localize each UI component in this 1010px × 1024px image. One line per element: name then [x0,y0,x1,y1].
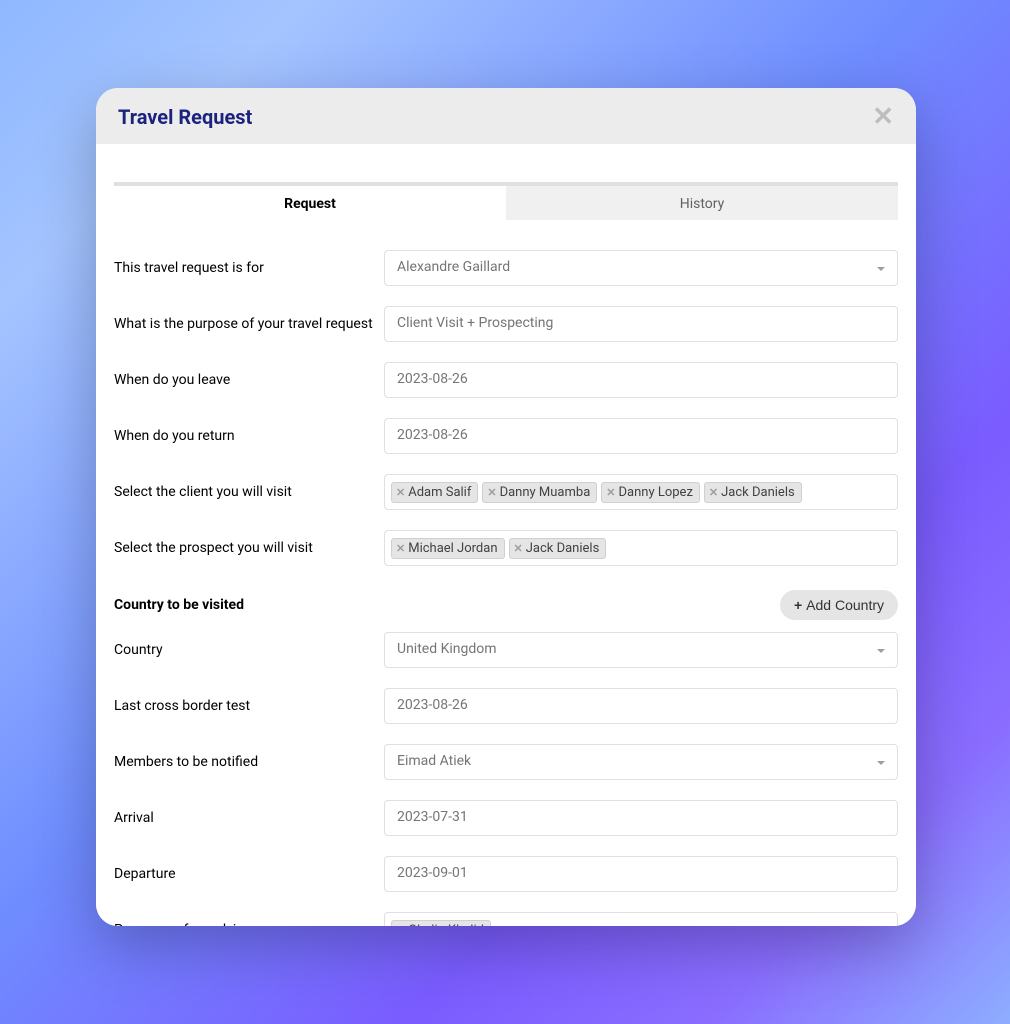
label-arrival: Arrival [114,810,384,826]
remove-tag-icon[interactable]: ✕ [709,486,718,499]
plus-icon: + [794,597,802,613]
modal-title: Travel Request [118,105,252,129]
label-request-for: This travel request is for [114,260,384,276]
section-country-heading: Country to be visited [114,597,244,613]
tag-prospect: ✕Jack Daniels [509,538,607,559]
label-prospect: Select the prospect you will visit [114,540,384,556]
travel-request-modal: Travel Request ✕ Request History This tr… [96,88,916,926]
tag-client: ✕ Danny Muamba [482,482,597,503]
modal-body: Request History This travel request is f… [96,144,916,926]
tab-history[interactable]: History [506,182,898,220]
label-last-test: Last cross border test [114,698,384,714]
select-request-for[interactable]: Alexandre Gaillard [384,250,898,286]
input-last-test-date[interactable]: 2023-08-26 [384,688,898,724]
tag-client: ✕Jack Daniels [704,482,802,503]
tag-client: ✕Adam Salif [391,482,478,503]
tag-prospect: ✕Michael Jordan [391,538,505,559]
tag-label: Danny Lopez [619,485,693,500]
tab-request[interactable]: Request [114,182,506,220]
remove-tag-icon[interactable]: ✕ [396,542,405,555]
tag-label: Danny Muamba [500,485,591,500]
label-departure: Departure [114,866,384,882]
tagbox-prospects[interactable]: ✕Michael Jordan ✕Jack Daniels [384,530,898,566]
input-departure-date[interactable]: 2023-09-01 [384,856,898,892]
label-members: Members to be notified [114,754,384,770]
close-icon[interactable]: ✕ [872,104,894,130]
label-advisor: Presence of an advisor [114,922,384,926]
tag-label: Adam Salif [408,485,471,500]
tagbox-clients[interactable]: ✕Adam Salif ✕Danny Muamba ✕Danny Lopez ✕… [384,474,898,510]
select-members[interactable]: Eimad Atiek [384,744,898,780]
add-country-label: Add Country [806,597,884,613]
tag-label: Jack Daniels [526,541,600,556]
label-client: Select the client you will visit [114,484,384,500]
tag-label: Jack Daniels [721,485,795,500]
input-purpose[interactable]: Client Visit + Prospecting [384,306,898,342]
add-country-button[interactable]: + Add Country [780,590,898,620]
select-country[interactable]: United Kingdom [384,632,898,668]
remove-tag-icon[interactable]: ✕ [396,486,405,499]
input-leave-date[interactable]: 2023-08-26 [384,362,898,398]
input-return-date[interactable]: 2023-08-26 [384,418,898,454]
remove-tag-icon[interactable]: ✕ [606,486,615,499]
tag-label: Michael Jordan [408,541,497,556]
label-purpose: What is the purpose of your travel reque… [114,316,384,332]
tag-advisor: ✕Ghalia Khalid [391,920,491,927]
remove-tag-icon[interactable]: ✕ [487,486,496,499]
tagbox-advisor[interactable]: ✕Ghalia Khalid [384,912,898,926]
tag-label: Ghalia Khalid [408,923,484,927]
modal-header: Travel Request ✕ [96,88,916,144]
tag-client: ✕ Danny Lopez [601,482,700,503]
input-arrival-date[interactable]: 2023-07-31 [384,800,898,836]
label-country: Country [114,642,384,658]
remove-tag-icon[interactable]: ✕ [514,542,523,555]
tabs: Request History [114,182,898,220]
label-leave: When do you leave [114,372,384,388]
label-return: When do you return [114,428,384,444]
form: This travel request is for Alexandre Gai… [114,220,898,926]
remove-tag-icon[interactable]: ✕ [396,924,405,927]
